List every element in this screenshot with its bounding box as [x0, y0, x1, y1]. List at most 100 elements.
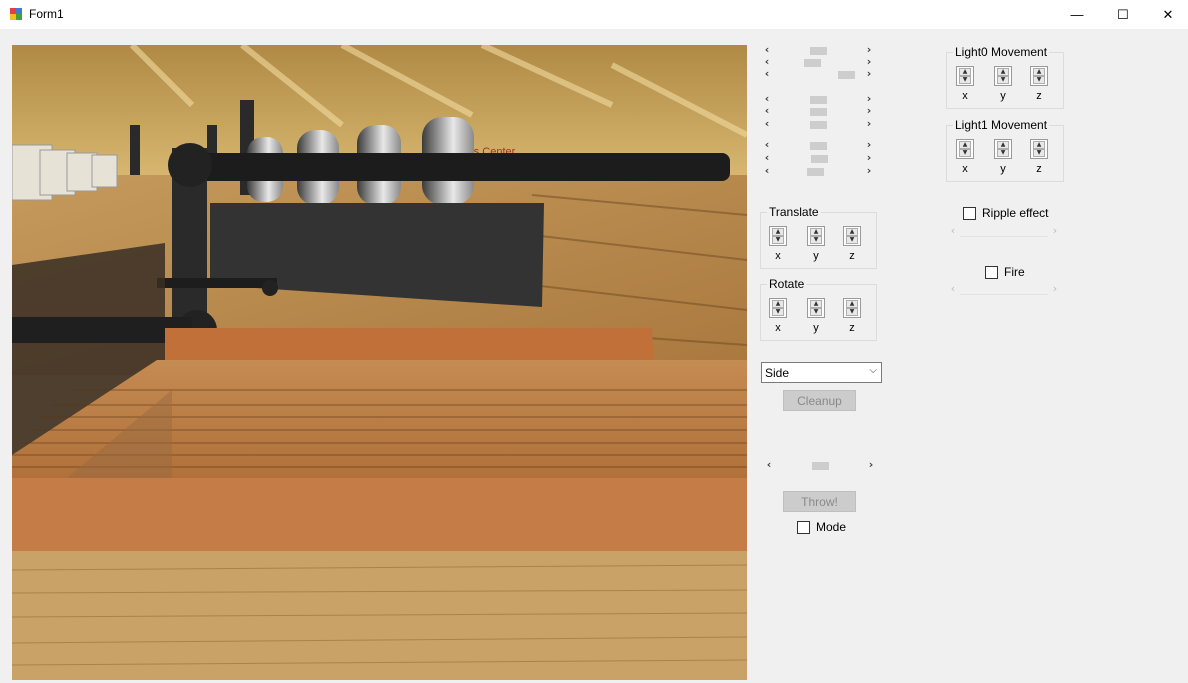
- spin-down-icon[interactable]: ▼: [810, 308, 822, 316]
- throw-button[interactable]: Throw!: [783, 491, 856, 512]
- fire-checkbox[interactable]: Fire: [985, 265, 1025, 279]
- light1-z-spinner[interactable]: ▲ ▼: [1030, 139, 1048, 159]
- light0-z-spinner[interactable]: ▲ ▼: [1030, 66, 1048, 86]
- spin-down-icon[interactable]: ▼: [810, 236, 822, 244]
- light1-x-spinner[interactable]: ▲ ▼: [956, 139, 974, 159]
- slider-group1-2[interactable]: ‹ ›: [762, 55, 874, 68]
- translate-x-spinner[interactable]: ▲ ▼: [769, 226, 787, 246]
- throw-power-slider[interactable]: ‹ ›: [764, 458, 876, 471]
- scroll-left-icon[interactable]: ‹: [762, 67, 772, 80]
- spin-up-icon[interactable]: ▲: [772, 228, 784, 236]
- spin-up-icon[interactable]: ▲: [959, 68, 971, 76]
- scroll-thumb[interactable]: [809, 108, 827, 116]
- cleanup-button[interactable]: Cleanup: [783, 390, 856, 411]
- scroll-left-icon[interactable]: ‹: [948, 282, 958, 295]
- spin-down-icon[interactable]: ▼: [772, 236, 784, 244]
- light0-y-spinner[interactable]: ▲ ▼: [994, 66, 1012, 86]
- light0-x-spinner[interactable]: ▲ ▼: [956, 66, 974, 86]
- scroll-track[interactable]: [776, 461, 864, 471]
- close-button[interactable]: ✕: [1145, 0, 1188, 29]
- spin-down-icon[interactable]: ▼: [1033, 149, 1045, 157]
- spin-up-icon[interactable]: ▲: [846, 228, 858, 236]
- spin-down-icon[interactable]: ▼: [959, 149, 971, 157]
- spin-down-icon[interactable]: ▼: [959, 76, 971, 84]
- scroll-track[interactable]: [774, 58, 862, 68]
- fire-slider[interactable]: ‹ ›: [948, 282, 1060, 295]
- scroll-track[interactable]: [774, 167, 862, 177]
- scroll-track[interactable]: [774, 70, 862, 80]
- slider-group2-3[interactable]: ‹ ›: [762, 117, 874, 130]
- scroll-left-icon[interactable]: ‹: [762, 164, 772, 177]
- scroll-thumb[interactable]: [810, 155, 828, 163]
- mode-checkbox[interactable]: Mode: [797, 520, 846, 534]
- slider-group2-2[interactable]: ‹ ›: [762, 104, 874, 117]
- spin-down-icon[interactable]: ▼: [846, 308, 858, 316]
- scroll-track[interactable]: [774, 141, 862, 151]
- maximize-button[interactable]: ☐: [1100, 0, 1146, 29]
- light1-y-spinner[interactable]: ▲ ▼: [994, 139, 1012, 159]
- translate-z-spinner[interactable]: ▲ ▼: [843, 226, 861, 246]
- scroll-thumb[interactable]: [809, 47, 827, 55]
- ripple-effect-checkbox[interactable]: Ripple effect: [963, 206, 1049, 220]
- minimize-button[interactable]: —: [1054, 0, 1100, 29]
- scroll-right-icon[interactable]: ›: [864, 104, 874, 117]
- scroll-thumb[interactable]: [809, 142, 827, 150]
- scroll-track[interactable]: [774, 154, 862, 164]
- scroll-track[interactable]: [960, 227, 1048, 237]
- mode-checkbox-box[interactable]: [797, 520, 810, 534]
- scroll-track[interactable]: [774, 95, 862, 105]
- spin-down-icon[interactable]: ▼: [846, 236, 858, 244]
- spin-up-icon[interactable]: ▲: [1033, 141, 1045, 149]
- scroll-thumb[interactable]: [809, 121, 827, 129]
- scroll-right-icon[interactable]: ›: [864, 67, 874, 80]
- spin-up-icon[interactable]: ▲: [772, 300, 784, 308]
- spin-up-icon[interactable]: ▲: [810, 300, 822, 308]
- scroll-left-icon[interactable]: ‹: [762, 117, 772, 130]
- scroll-track[interactable]: [960, 285, 1048, 295]
- translate-y-spinner[interactable]: ▲ ▼: [807, 226, 825, 246]
- scroll-left-icon[interactable]: ‹: [764, 458, 774, 471]
- spin-up-icon[interactable]: ▲: [959, 141, 971, 149]
- slider-group3-2[interactable]: ‹ ›: [762, 151, 874, 164]
- scroll-track[interactable]: [774, 46, 862, 56]
- rotate-y-spinner[interactable]: ▲ ▼: [807, 298, 825, 318]
- slider-group3-1[interactable]: ‹ ›: [762, 138, 874, 151]
- scroll-left-icon[interactable]: ‹: [762, 104, 772, 117]
- spin-up-icon[interactable]: ▲: [846, 300, 858, 308]
- scroll-track[interactable]: [774, 120, 862, 130]
- scroll-right-icon[interactable]: ›: [1050, 224, 1060, 237]
- spin-up-icon[interactable]: ▲: [997, 68, 1009, 76]
- ripple-effect-checkbox-box[interactable]: [963, 206, 976, 220]
- scroll-right-icon[interactable]: ›: [864, 151, 874, 164]
- scroll-right-icon[interactable]: ›: [864, 164, 874, 177]
- spin-down-icon[interactable]: ▼: [997, 76, 1009, 84]
- spin-down-icon[interactable]: ▼: [997, 149, 1009, 157]
- slider-group2-1[interactable]: ‹ ›: [762, 92, 874, 105]
- scroll-thumb[interactable]: [811, 462, 829, 470]
- rotate-z-spinner[interactable]: ▲ ▼: [843, 298, 861, 318]
- slider-group1-1[interactable]: ‹ ›: [762, 43, 874, 56]
- scroll-track[interactable]: [774, 107, 862, 117]
- spin-up-icon[interactable]: ▲: [997, 141, 1009, 149]
- spin-down-icon[interactable]: ▼: [772, 308, 784, 316]
- scroll-left-icon[interactable]: ‹: [948, 224, 958, 237]
- spin-down-icon[interactable]: ▼: [1033, 76, 1045, 84]
- scroll-thumb[interactable]: [803, 59, 821, 67]
- ripple-effect-slider[interactable]: ‹ ›: [948, 224, 1060, 237]
- scroll-right-icon[interactable]: ›: [864, 138, 874, 151]
- scroll-thumb[interactable]: [807, 168, 825, 176]
- fire-checkbox-box[interactable]: [985, 265, 998, 279]
- spin-up-icon[interactable]: ▲: [1033, 68, 1045, 76]
- slider-group1-3[interactable]: ‹ ›: [762, 67, 874, 80]
- scroll-left-icon[interactable]: ‹: [762, 151, 772, 164]
- spin-up-icon[interactable]: ▲: [810, 228, 822, 236]
- view-select[interactable]: Side ⌵: [761, 362, 882, 383]
- scroll-left-icon[interactable]: ‹: [762, 138, 772, 151]
- scroll-thumb[interactable]: [837, 71, 855, 79]
- scroll-thumb[interactable]: [809, 96, 827, 104]
- scroll-right-icon[interactable]: ›: [866, 458, 876, 471]
- slider-group3-3[interactable]: ‹ ›: [762, 164, 874, 177]
- rotate-x-spinner[interactable]: ▲ ▼: [769, 298, 787, 318]
- scene-viewport[interactable]: rts Center: [12, 45, 747, 680]
- scroll-right-icon[interactable]: ›: [864, 117, 874, 130]
